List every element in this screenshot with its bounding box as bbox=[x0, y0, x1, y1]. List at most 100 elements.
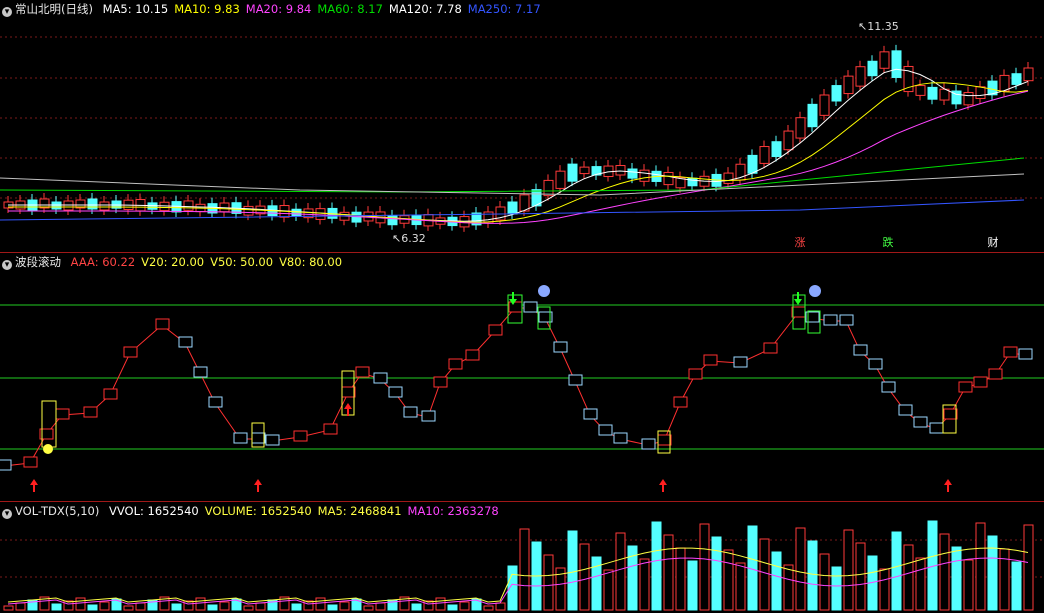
volume-bar bbox=[15, 602, 26, 611]
wave-box bbox=[508, 301, 523, 313]
candle-body bbox=[747, 154, 758, 174]
volume-bar bbox=[831, 566, 842, 611]
volume-legend-item-1: VOLUME: 1652540 bbox=[204, 504, 312, 518]
ma-legend-item-5: MA250: 7.17 bbox=[467, 2, 541, 16]
candle-body bbox=[915, 85, 926, 96]
wave-box bbox=[265, 434, 280, 446]
candle-body bbox=[795, 117, 806, 139]
sad-face-icon bbox=[809, 285, 821, 297]
volume-bar bbox=[459, 601, 470, 611]
wave-box bbox=[673, 396, 688, 408]
candle-body bbox=[543, 179, 554, 197]
wave-box bbox=[523, 301, 538, 313]
volume-bar bbox=[375, 602, 386, 611]
candle-body bbox=[507, 201, 518, 215]
volume-bar bbox=[795, 527, 806, 611]
candle-body bbox=[843, 75, 854, 95]
volume-bar bbox=[135, 602, 146, 611]
chevron-down-icon[interactable]: ▾ bbox=[2, 509, 12, 519]
volume-panel[interactable]: ▾ VOL-TDX(5,10) VVOL: 1652540 VOLUME: 1652… bbox=[0, 501, 1044, 613]
volume-bar bbox=[567, 530, 578, 611]
volume-bar bbox=[879, 568, 890, 611]
wave-title: 波段滚动 bbox=[15, 255, 61, 269]
wave-chart[interactable] bbox=[0, 253, 1044, 502]
candle-body bbox=[819, 94, 830, 116]
volume-bar bbox=[51, 603, 62, 611]
chevron-down-icon[interactable]: ▾ bbox=[2, 260, 12, 270]
buy-arrow-icon bbox=[344, 403, 352, 416]
wave-box bbox=[465, 349, 480, 361]
wave-box bbox=[155, 318, 170, 330]
volume-bar bbox=[963, 559, 974, 611]
sell-arrow-icon bbox=[794, 292, 802, 305]
wave-box bbox=[23, 456, 38, 468]
candle-body bbox=[831, 85, 842, 102]
volume-bar bbox=[207, 604, 218, 611]
volume-bar bbox=[855, 542, 866, 611]
wave-values: AAA: 60.22 V20: 20.00 V50: 50.00 V80: 80.00 bbox=[71, 255, 348, 269]
price-chart-panel[interactable]: ▾ 常山北明(日线) MA5: 10.15 MA10: 9.83 MA20: 9.84… bbox=[0, 0, 1044, 252]
wave-indicator-panel[interactable]: ▾ 波段滚动 AAA: 60.22 V20: 20.00 V50: 50.00 V80:… bbox=[0, 252, 1044, 502]
wave-box bbox=[853, 344, 868, 356]
volume-bar bbox=[975, 522, 986, 611]
chevron-down-icon[interactable]: ▾ bbox=[2, 7, 12, 17]
candle-body bbox=[243, 205, 254, 216]
low-price-label: ↖6.32 bbox=[392, 232, 426, 245]
volume-bar bbox=[915, 557, 926, 611]
volume-bar bbox=[687, 560, 698, 611]
buy-arrow-icon bbox=[944, 479, 952, 492]
wave-box bbox=[839, 314, 854, 326]
ma-legend-item-1: MA10: 9.83 bbox=[174, 2, 240, 16]
event-tag-finance[interactable]: 财 bbox=[986, 236, 1000, 250]
candle-body bbox=[99, 201, 110, 211]
volume-bar bbox=[1023, 524, 1034, 611]
volume-bar bbox=[483, 605, 494, 611]
volume-title: VOL-TDX(5,10) bbox=[15, 504, 100, 518]
volume-bar bbox=[75, 597, 86, 611]
candle-body bbox=[963, 92, 974, 106]
wave-box bbox=[598, 424, 613, 436]
volume-bar bbox=[579, 543, 590, 611]
wave-box bbox=[688, 368, 703, 380]
wave-box bbox=[355, 366, 370, 378]
wave-box bbox=[178, 336, 193, 348]
volume-bar bbox=[219, 601, 230, 611]
volume-bar bbox=[519, 528, 530, 611]
volume-bar bbox=[699, 523, 710, 611]
candle-body bbox=[291, 208, 302, 217]
volume-bar bbox=[783, 564, 794, 611]
event-tag-fall[interactable]: 跌 bbox=[881, 236, 895, 250]
wave-legend-item-0: AAA: 60.22 bbox=[70, 255, 136, 269]
candle-body bbox=[1011, 73, 1022, 85]
candle-body bbox=[723, 172, 734, 184]
wave-box bbox=[913, 416, 928, 428]
ma-legend: MA5: 10.15 MA10: 9.83 MA20: 9.84 MA60: 8.17… bbox=[103, 2, 547, 16]
wave-box bbox=[55, 408, 70, 420]
candle-body bbox=[867, 60, 878, 77]
wave-box bbox=[448, 358, 463, 370]
wave-box bbox=[103, 388, 118, 400]
smile-face-icon bbox=[43, 444, 53, 454]
ma-legend-item-2: MA20: 9.84 bbox=[245, 2, 312, 16]
volume-bar bbox=[711, 536, 722, 611]
volume-bar bbox=[639, 558, 650, 611]
wave-box bbox=[388, 386, 403, 398]
volume-bar bbox=[651, 521, 662, 611]
wave-box bbox=[293, 430, 308, 442]
candlestick-chart[interactable]: ↖11.35 ↖6.32 bbox=[0, 0, 1044, 252]
volume-bar bbox=[615, 532, 626, 611]
wave-box bbox=[733, 356, 748, 368]
volume-bar bbox=[1011, 561, 1022, 611]
wave-box bbox=[568, 374, 583, 386]
wave-box bbox=[763, 342, 778, 354]
event-tag-rise[interactable]: 涨 bbox=[793, 236, 807, 250]
ma-legend-item-3: MA60: 8.17 bbox=[317, 2, 383, 16]
candle-body bbox=[183, 200, 194, 211]
volume-bar bbox=[819, 553, 830, 611]
volume-bar bbox=[843, 529, 854, 611]
candle-body bbox=[627, 168, 638, 179]
wave-box bbox=[823, 314, 838, 326]
wave-box bbox=[583, 408, 598, 420]
candle-body bbox=[639, 169, 650, 182]
volume-bar bbox=[435, 597, 446, 611]
